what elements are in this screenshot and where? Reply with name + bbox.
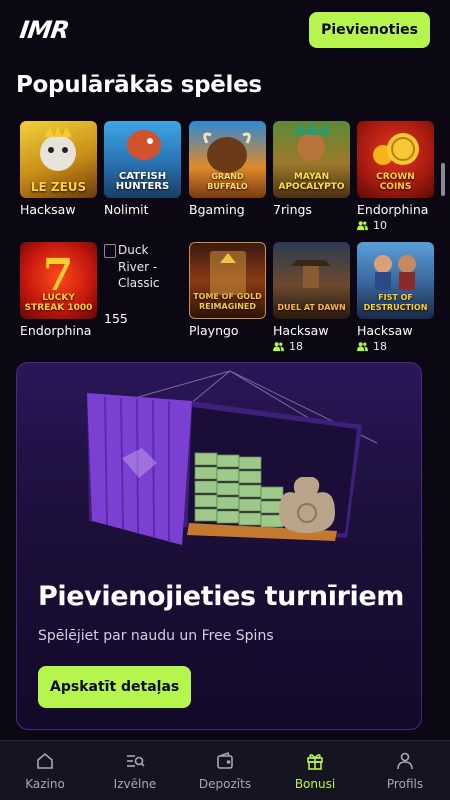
player-count-value: 10: [373, 219, 387, 232]
broken-image-icon: [104, 244, 116, 258]
nav-label: Profils: [386, 777, 424, 791]
join-button[interactable]: Pievienoties: [309, 12, 430, 48]
game-card[interactable]: CROWN COINS Endorphina 10: [357, 121, 434, 232]
player-count-value: 18: [373, 340, 387, 353]
game-art: [291, 260, 331, 288]
players-icon: [273, 342, 284, 352]
nav-item-profils[interactable]: Profils: [360, 741, 450, 800]
game-card[interactable]: MAYAN APOCALYPTO 7rings: [273, 121, 350, 217]
image-alt-text: Duck River - Classic: [118, 243, 160, 290]
nav-item-bonusi[interactable]: Bonusi: [270, 741, 360, 800]
game-art: [210, 251, 246, 295]
game-provider: Hacksaw: [357, 323, 413, 338]
game-card[interactable]: CATFISH HUNTERS Nolimit: [104, 121, 181, 217]
game-thumbnail[interactable]: CROWN COINS: [357, 121, 434, 198]
nav-item-kazino[interactable]: Kazino: [0, 741, 90, 800]
user-icon: [397, 752, 413, 770]
wallet-icon: [217, 751, 233, 769]
game-card[interactable]: 7 LUCKY STREAK 1000 Endorphina: [20, 242, 97, 338]
player-count: 10: [357, 219, 434, 232]
player-count: 18: [273, 340, 350, 353]
game-provider: Playngo: [189, 323, 239, 338]
game-thumbnail[interactable]: TOME OF GOLD REIMAGINED: [189, 242, 266, 319]
nav-label: Depozīts: [198, 777, 252, 791]
game-card[interactable]: DUEL AT DAWN Hacksaw 18: [273, 242, 350, 353]
player-count-value: 155: [104, 311, 128, 326]
game-art: [203, 132, 251, 173]
home-icon: [37, 752, 53, 769]
game-provider: Bgaming: [189, 202, 245, 217]
game-art: [40, 125, 76, 171]
nav-item-depozits[interactable]: Depozīts: [180, 741, 270, 800]
game-card[interactable]: TOME OF GOLD REIMAGINED Playngo: [189, 242, 266, 338]
game-thumbnail[interactable]: FIST OF DESTRUCTION: [357, 242, 434, 319]
tournament-promo-card[interactable]: Pievienojieties turnīriem Spēlējiet par …: [16, 362, 422, 730]
container-illustration: [87, 370, 378, 545]
promo-title: Pievienojieties turnīriem: [38, 581, 404, 612]
player-count: 18: [357, 340, 434, 353]
nav-item-izvelne[interactable]: Izvēlne: [90, 741, 180, 800]
game-card[interactable]: LE ZEUS Hacksaw: [20, 121, 97, 217]
game-card[interactable]: GRAND BUFFALO Bgaming: [189, 121, 266, 217]
game-thumbnail[interactable]: LE ZEUS: [20, 121, 97, 198]
menu-search-icon: [127, 755, 145, 767]
game-provider: Nolimit: [104, 202, 149, 217]
player-count-value: 18: [289, 340, 303, 353]
logo[interactable]: IMR: [18, 16, 70, 44]
nav-label: Bonusi: [294, 777, 336, 791]
game-provider: Hacksaw: [20, 202, 76, 217]
bottom-nav: Kazino Izvēlne Depozīts Bonusi Profils: [0, 740, 450, 800]
game-card[interactable]: FIST OF DESTRUCTION Hacksaw 18: [357, 242, 434, 353]
game-thumbnail[interactable]: CATFISH HUNTERS: [104, 121, 181, 198]
game-art: [374, 255, 416, 290]
game-provider: Endorphina: [20, 323, 92, 338]
game-art: 7: [43, 250, 74, 301]
view-details-button[interactable]: Apskatīt detaļas: [38, 666, 192, 708]
game-thumbnail-broken[interactable]: Duck River - Classic: [104, 242, 181, 319]
game-thumbnail[interactable]: GRAND BUFFALO: [189, 121, 266, 198]
game-provider: 7rings: [273, 202, 312, 217]
game-provider: Endorphina: [357, 202, 429, 217]
game-art: [127, 130, 161, 160]
scrollbar[interactable]: [441, 163, 445, 196]
game-thumbnail[interactable]: 7 LUCKY STREAK 1000: [20, 242, 97, 319]
game-thumbnail[interactable]: MAYAN APOCALYPTO: [273, 121, 350, 198]
nav-label: Kazino: [25, 777, 65, 791]
game-art: [293, 121, 331, 161]
nav-label: Izvēlne: [113, 777, 157, 791]
promo-subtitle: Spēlējiet par naudu un Free Spins: [38, 628, 274, 644]
section-title: Populārākās spēles: [16, 72, 262, 98]
game-art: [373, 133, 419, 165]
gift-icon: [307, 754, 323, 770]
game-thumbnail[interactable]: DUEL AT DAWN: [273, 242, 350, 319]
svg-text:7: 7: [43, 250, 74, 301]
players-icon: [357, 342, 368, 352]
game-card[interactable]: Duck River - Classic 155: [104, 242, 181, 326]
game-provider: Hacksaw: [273, 323, 329, 338]
player-count: 155: [104, 311, 181, 326]
players-icon: [357, 221, 368, 231]
top-header: IMR Pievienoties: [0, 0, 450, 60]
